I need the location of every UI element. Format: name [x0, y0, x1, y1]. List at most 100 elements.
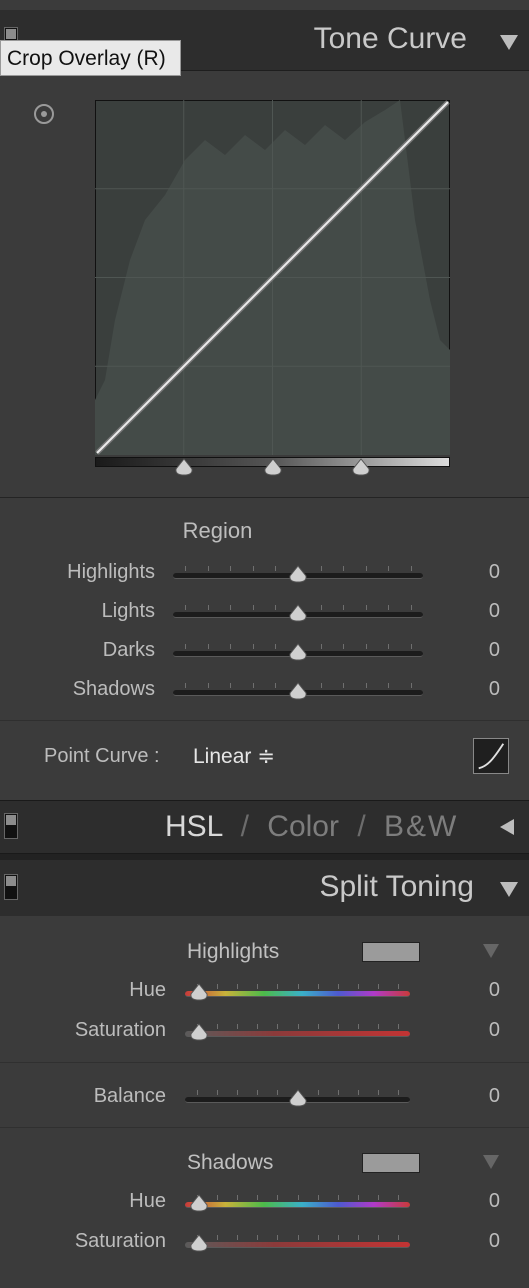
slider-tick: [317, 984, 319, 989]
slider-thumb[interactable]: [287, 643, 309, 661]
collapse-arrow-icon[interactable]: [500, 35, 518, 50]
slider-tick: [275, 644, 277, 649]
slider-tick: [377, 1195, 379, 1200]
slider-label: Balance: [93, 1085, 166, 1107]
point-curve-label: Point Curve :: [44, 745, 160, 767]
point-curve-select[interactable]: Linear ≑: [193, 744, 275, 769]
slider-tick: [277, 1235, 279, 1240]
slider-tick: [217, 1024, 219, 1029]
slider-tick: [237, 984, 239, 989]
slider-tick: [317, 1195, 319, 1200]
collapse-arrow-icon[interactable]: [500, 882, 518, 897]
panel-switch-icon[interactable]: [4, 874, 18, 900]
crop-overlay-tooltip: Crop Overlay (R): [0, 40, 181, 76]
slider-tick: [185, 605, 186, 610]
tab-hsl[interactable]: HSL: [165, 810, 222, 843]
slider-tick: [398, 1024, 399, 1029]
slider-tick: [217, 1090, 219, 1095]
slider-thumb[interactable]: [287, 565, 309, 583]
tone-curve-graph[interactable]: [95, 100, 450, 455]
slider-thumb[interactable]: [287, 682, 309, 700]
slider-track[interactable]: [185, 991, 410, 997]
slider-tick: [388, 566, 390, 571]
slider-thumb[interactable]: [188, 1194, 210, 1212]
slider-thumb[interactable]: [287, 1089, 309, 1107]
slider-tick: [207, 605, 209, 610]
shadows-color-swatch[interactable]: [362, 1153, 420, 1173]
highlights-color-swatch[interactable]: [362, 942, 420, 962]
slider-value[interactable]: 0: [440, 1230, 500, 1253]
slider-tick: [343, 644, 345, 649]
section-divider: [0, 1062, 529, 1063]
slider-tick: [411, 683, 412, 688]
slider-value[interactable]: 0: [440, 639, 500, 662]
shadows-heading: Shadows: [187, 1151, 274, 1174]
split-point-handles[interactable]: [95, 457, 450, 479]
slider-tick: [217, 1195, 219, 1200]
split-point-handle[interactable]: [262, 458, 284, 476]
slider-tick: [388, 644, 390, 649]
tab-bw[interactable]: B&W: [384, 810, 458, 843]
slider-value[interactable]: 0: [440, 678, 500, 701]
slider-tick: [357, 1235, 359, 1240]
region-label: Region: [182, 518, 253, 543]
slider-value[interactable]: 0: [440, 1190, 500, 1213]
slider-tick: [398, 984, 399, 989]
slider-thumb[interactable]: [188, 1023, 210, 1041]
slider-tick: [343, 605, 345, 610]
highlights-heading: Highlights: [187, 940, 280, 963]
slider-tick: [411, 605, 412, 610]
slider-tick: [337, 1235, 339, 1240]
slider-tick: [230, 566, 232, 571]
slider-tick: [365, 605, 367, 610]
slider-track[interactable]: [185, 1242, 410, 1248]
tab-color[interactable]: Color: [267, 810, 339, 843]
slider-tick: [257, 1090, 259, 1095]
slider-tick: [365, 683, 367, 688]
point-curve-edit-icon[interactable]: [473, 738, 509, 774]
slider-value[interactable]: 0: [440, 1085, 500, 1108]
slider-thumb[interactable]: [188, 983, 210, 1001]
slider-tick: [185, 644, 186, 649]
slider-thumb[interactable]: [287, 604, 309, 622]
slider-thumb[interactable]: [188, 1234, 210, 1252]
slider-value[interactable]: 0: [440, 600, 500, 623]
slider-tick: [377, 1235, 379, 1240]
slider-label: Lights: [101, 600, 155, 622]
slider-value[interactable]: 0: [440, 1019, 500, 1042]
slider-tick: [320, 605, 322, 610]
slider-tick: [230, 644, 232, 649]
slider-tick: [277, 1195, 279, 1200]
slider-tick: [252, 644, 254, 649]
slider-tick: [320, 644, 322, 649]
slider-value[interactable]: 0: [440, 561, 500, 584]
slider-tick: [197, 1090, 198, 1095]
slider-tick: [377, 984, 379, 989]
slider-tick: [297, 1235, 299, 1240]
swatch-arrow-icon[interactable]: [483, 1155, 499, 1169]
hsl-color-bw-header[interactable]: HSL / Color / B&W: [0, 800, 529, 854]
slider-tick: [337, 1090, 339, 1095]
slider-tick: [377, 1090, 379, 1095]
slider-track[interactable]: [185, 1031, 410, 1037]
slider-label: Hue: [129, 979, 166, 1001]
swatch-arrow-icon[interactable]: [483, 944, 499, 958]
slider-tick: [337, 1024, 339, 1029]
expand-arrow-icon[interactable]: [500, 819, 514, 835]
slider-tick: [297, 1195, 299, 1200]
panel-switch-icon[interactable]: [4, 813, 18, 839]
slider-tick: [275, 566, 277, 571]
slider-track[interactable]: [185, 1202, 410, 1208]
section-divider: [0, 1127, 529, 1128]
slider-value[interactable]: 0: [440, 979, 500, 1002]
split-point-handle[interactable]: [350, 458, 372, 476]
slider-tick: [317, 1090, 319, 1095]
split-point-handle[interactable]: [173, 458, 195, 476]
slider-tick: [365, 566, 367, 571]
slider-tick: [252, 566, 254, 571]
target-adjust-icon[interactable]: [34, 104, 54, 124]
split-toning-header[interactable]: Split Toning: [0, 860, 529, 917]
slider-tick: [207, 566, 209, 571]
slider-tick: [237, 1195, 239, 1200]
slider-tick: [207, 683, 209, 688]
